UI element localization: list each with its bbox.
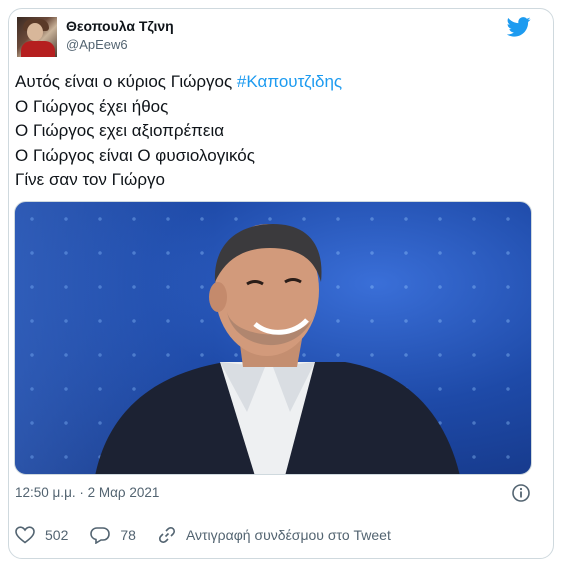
like-button[interactable]: 502 <box>15 526 68 544</box>
info-icon[interactable] <box>511 483 531 503</box>
display-name[interactable]: Θεοπουλα Τζινη <box>66 18 174 34</box>
action-bar: 502 78 Αντιγραφή συνδέσμου στο Tweet <box>15 524 413 546</box>
user-handle[interactable]: @ApEew6 <box>66 37 128 52</box>
person-photo <box>95 224 460 474</box>
avatar[interactable] <box>17 17 57 57</box>
tweet-text: Αυτός είναι ο κύριος Γιώργος #Καπουτζιδη… <box>15 70 535 193</box>
hashtag-link[interactable]: #Καπουτζιδης <box>237 72 342 91</box>
tweet-line-5: Γίνε σαν τον Γιώργο <box>15 170 165 189</box>
tweet-timestamp[interactable]: 12:50 μ.μ. · 2 Μαρ 2021 <box>15 485 159 500</box>
tweet-line-2: Ο Γιώργος έχει ήθος <box>15 96 169 116</box>
link-icon <box>158 527 175 543</box>
reply-button[interactable]: 78 <box>90 526 136 544</box>
twitter-logo-icon[interactable] <box>507 17 531 37</box>
tweet-line-1: Αυτός είναι ο κύριος Γιώργος #Καπουτζιδη… <box>15 70 535 95</box>
tweet-line-3: Ο Γιώργος εχει αξιοπρέπεια <box>15 121 225 140</box>
copy-link-label: Αντιγραφή συνδέσμου στο Tweet <box>185 527 391 543</box>
tweet-line-4: Ο Γιώργος είναι Ο φυσιολογικός <box>15 145 255 165</box>
reply-bubble-icon <box>90 527 111 544</box>
reply-count: 78 <box>120 527 136 543</box>
heart-icon <box>15 526 35 544</box>
tweet-media-photo[interactable] <box>14 201 532 475</box>
copy-link-button[interactable]: Αντιγραφή συνδέσμου στο Tweet <box>158 526 391 544</box>
like-count: 502 <box>45 527 69 543</box>
tweet-line-1-text: Αυτός είναι ο κύριος Γιώργος <box>15 72 237 91</box>
